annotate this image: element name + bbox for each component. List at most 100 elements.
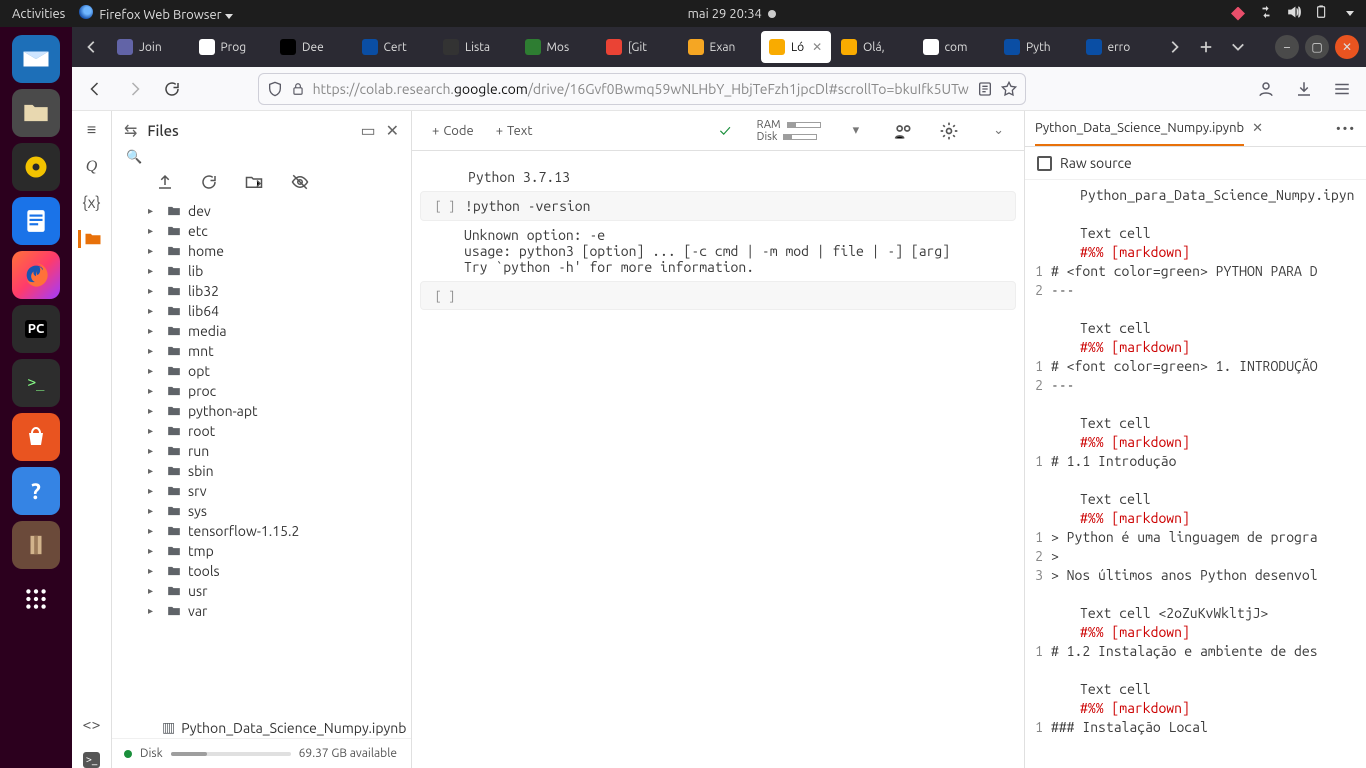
file-tree[interactable]: ▸dev▸etc▸home▸lib▸lib32▸lib64▸media▸mnt▸… — [112, 199, 411, 717]
window-close[interactable]: ✕ — [1335, 35, 1359, 59]
url-input[interactable]: https://colab.research.google.com/drive/… — [258, 73, 1026, 105]
nav-back-button[interactable] — [82, 75, 110, 103]
browser-tab[interactable]: erro — [1078, 31, 1158, 63]
folder-item[interactable]: ▸lib32 — [144, 281, 407, 301]
folder-item[interactable]: ▸media — [144, 321, 407, 341]
browser-tab[interactable]: Ló✕ — [761, 31, 831, 63]
folder-item[interactable]: ▸srv — [144, 481, 407, 501]
dock-show-apps[interactable] — [12, 575, 60, 623]
folder-item[interactable]: ▸sbin — [144, 461, 407, 481]
code-cell[interactable]: [ ] !python -version Unknown option: -e … — [420, 191, 1016, 275]
browser-tab[interactable]: Prog — [191, 31, 271, 63]
dock-app-rhythmbox[interactable] — [12, 143, 60, 191]
folder-item[interactable]: ▸run — [144, 441, 407, 461]
folder-item[interactable]: ▸python-apt — [144, 401, 407, 421]
raw-tab-title[interactable]: Python_Data_Science_Numpy.ipynb — [1035, 111, 1244, 146]
raw-source-checkbox[interactable] — [1037, 156, 1052, 171]
browser-tab[interactable]: Cert — [354, 31, 434, 63]
refresh-icon[interactable] — [200, 173, 218, 191]
folder-item[interactable]: ▸proc — [144, 381, 407, 401]
browser-tab[interactable]: com — [915, 31, 995, 63]
tab-scroll-left[interactable] — [76, 31, 108, 63]
account-button[interactable] — [1252, 75, 1280, 103]
folder-item[interactable]: ▸home — [144, 241, 407, 261]
dock-app-pycharm[interactable]: PC — [12, 305, 60, 353]
code-input[interactable]: !python -version — [465, 198, 1011, 214]
folder-item[interactable]: ▸tensorflow-1.15.2 — [144, 521, 407, 541]
system-menu-chevron-icon[interactable] — [1346, 11, 1354, 16]
clock[interactable]: mai 29 20:34 — [688, 7, 762, 21]
raw-source-view[interactable]: Python_para_Data_Science_Numpy.ipyn Text… — [1025, 180, 1366, 768]
browser-tab[interactable]: Olá, — [833, 31, 913, 63]
activities-button[interactable]: Activities — [12, 7, 65, 21]
app-menu[interactable]: Firefox Web Browser — [79, 5, 232, 22]
dock-app-archive[interactable] — [12, 521, 60, 569]
add-text-button[interactable]: + Text — [496, 124, 533, 138]
filter-icon[interactable]: ⇆ — [124, 121, 137, 140]
nav-reload-button[interactable] — [158, 75, 186, 103]
add-code-button[interactable]: + Code — [432, 124, 474, 138]
cell-gutter[interactable]: [ ] — [425, 288, 465, 303]
find-replace-icon[interactable]: Q — [86, 158, 98, 176]
panel-detach-icon[interactable]: ▭ — [360, 121, 375, 140]
toc-icon[interactable]: ≡ — [87, 121, 96, 140]
folder-item[interactable]: ▸root — [144, 421, 407, 441]
folder-item[interactable]: ▸usr — [144, 581, 407, 601]
browser-tab[interactable]: Join — [109, 31, 189, 63]
code-snippets-icon[interactable]: <> — [82, 716, 100, 734]
resource-meter[interactable]: RAM Disk — [757, 119, 821, 143]
mount-drive-icon[interactable] — [244, 173, 264, 191]
downloads-button[interactable] — [1290, 75, 1318, 103]
folder-item[interactable]: ▸tools — [144, 561, 407, 581]
tray-indicator-icon[interactable] — [1231, 7, 1245, 21]
window-minimize[interactable]: – — [1275, 35, 1299, 59]
browser-tab[interactable]: Lista — [435, 31, 515, 63]
folder-item[interactable]: ▸opt — [144, 361, 407, 381]
browser-tab[interactable]: Dee — [272, 31, 352, 63]
browser-tab[interactable]: [Git — [598, 31, 678, 63]
folder-item[interactable]: ▸sys — [144, 501, 407, 521]
tab-close-icon[interactable]: ✕ — [812, 40, 822, 54]
battery-icon[interactable] — [1315, 5, 1329, 22]
folder-item[interactable]: ▸var — [144, 601, 407, 621]
share-button[interactable] — [891, 119, 915, 143]
panel-close-icon[interactable]: ✕ — [386, 121, 399, 140]
dock-app-software[interactable] — [12, 413, 60, 461]
runtime-menu-chevron-icon[interactable]: ▾ — [853, 123, 860, 138]
variables-icon[interactable]: {x} — [82, 194, 100, 212]
folder-item[interactable]: ▸etc — [144, 221, 407, 241]
folder-item[interactable]: ▸lib64 — [144, 301, 407, 321]
browser-tab[interactable]: Exan — [680, 31, 760, 63]
dock-app-files[interactable] — [12, 89, 60, 137]
dock-app-firefox[interactable] — [12, 251, 60, 299]
all-tabs-button[interactable] — [1222, 31, 1254, 63]
file-item[interactable]: ▥ Python_Data_Science_Numpy.ipynb — [158, 717, 411, 738]
volume-icon[interactable] — [1287, 5, 1301, 22]
raw-panel-menu-icon[interactable]: ••• — [1336, 122, 1356, 136]
browser-tab[interactable]: Pyth — [996, 31, 1076, 63]
dock-app-thunderbird[interactable] — [12, 35, 60, 83]
code-cell[interactable]: [ ] — [420, 281, 1016, 310]
folder-item[interactable]: ▸dev — [144, 201, 407, 221]
close-raw-tab[interactable]: ✕ — [1252, 121, 1263, 136]
tab-scroll-right[interactable] — [1158, 31, 1190, 63]
dock-app-libreoffice-writer[interactable] — [12, 197, 60, 245]
dock-app-terminal[interactable]: >_ — [12, 359, 60, 407]
toggle-hidden-icon[interactable] — [290, 173, 310, 191]
settings-button[interactable] — [937, 119, 961, 143]
window-maximize[interactable]: ▢ — [1305, 35, 1329, 59]
dock-app-help[interactable]: ? — [12, 467, 60, 515]
search-icon[interactable]: 🔍 — [126, 150, 142, 164]
terminal-rail-icon[interactable]: >_ — [83, 752, 101, 768]
new-tab-button[interactable] — [1190, 31, 1222, 63]
cell-gutter[interactable]: [ ] — [425, 198, 465, 214]
network-icon[interactable] — [1259, 5, 1273, 22]
upload-icon[interactable] — [156, 173, 174, 191]
app-menu-button[interactable] — [1328, 75, 1356, 103]
folder-item[interactable]: ▸lib — [144, 261, 407, 281]
code-input[interactable] — [465, 288, 1011, 303]
bookmark-star-icon[interactable] — [1001, 81, 1017, 97]
files-rail-icon[interactable] — [78, 230, 102, 248]
reader-mode-icon[interactable] — [977, 81, 993, 97]
folder-item[interactable]: ▸mnt — [144, 341, 407, 361]
